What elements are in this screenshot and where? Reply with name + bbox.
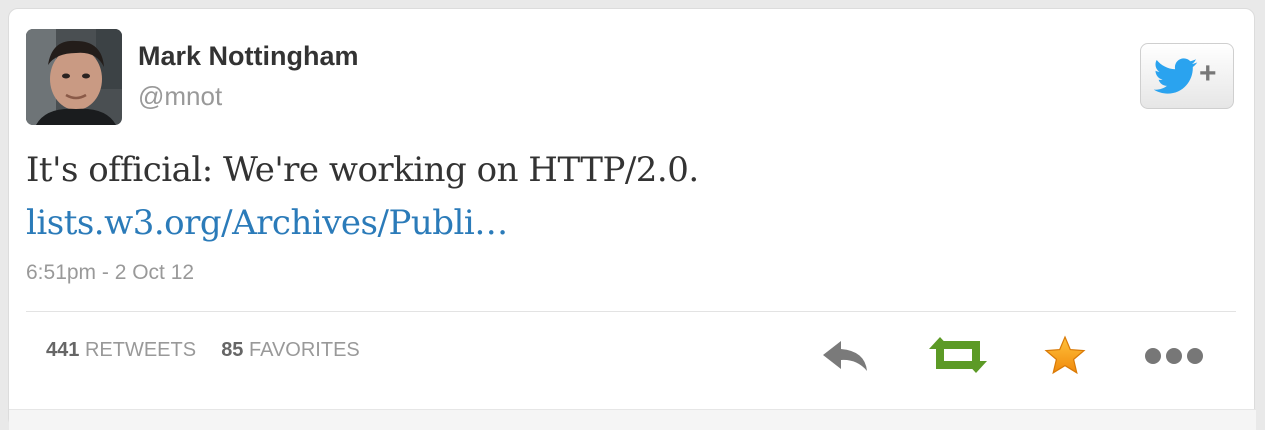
retweets-label: RETWEETS (84, 339, 197, 361)
retweet-icon (929, 337, 987, 373)
follow-plus: + (1199, 57, 1217, 90)
favorite-button[interactable] (1043, 335, 1087, 382)
author-name[interactable]: Mark Nottingham (138, 41, 359, 72)
author-handle[interactable]: @mnot (138, 81, 222, 112)
more-dots-icon (1145, 348, 1203, 364)
follow-button[interactable]: + (1140, 43, 1234, 109)
favorites-label: FAVORITES (249, 339, 360, 361)
twitter-bird-icon (1154, 58, 1198, 94)
avatar[interactable] (26, 29, 122, 125)
favorites-count: 85 (221, 339, 244, 361)
favorites-stat[interactable]: 85 FAVORITES (221, 339, 360, 361)
reply-button[interactable] (819, 335, 871, 380)
tweet-card: Mark Nottingham @mnot + It's official: W… (8, 8, 1256, 430)
retweets-count: 441 (46, 339, 80, 361)
reply-icon (823, 341, 867, 371)
tweet-text: It's official: We're working on HTTP/2.0… (26, 150, 699, 190)
divider (26, 311, 1236, 312)
star-icon (1044, 335, 1086, 375)
tweet-stats: 441 RETWEETS 85 FAVORITES (46, 339, 360, 362)
retweets-stat[interactable]: 441 RETWEETS (46, 339, 202, 361)
retweet-button[interactable] (927, 335, 989, 380)
avatar-image (26, 29, 122, 125)
more-button[interactable] (1143, 335, 1209, 380)
tweet-link[interactable]: lists.w3.org/Archives/Publi… (26, 203, 508, 243)
tweet-timestamp[interactable]: 6:51pm - 2 Oct 12 (26, 261, 194, 285)
